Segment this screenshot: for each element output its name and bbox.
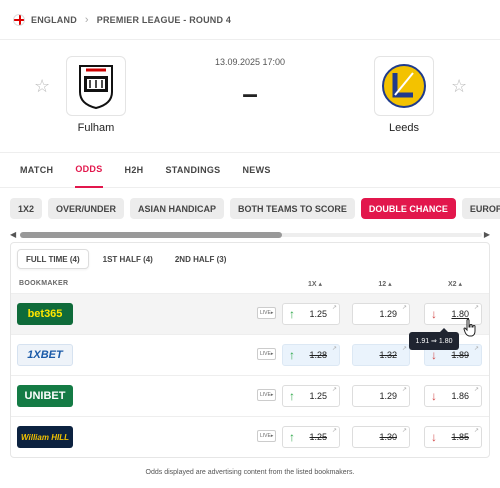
tab-odds[interactable]: ODDS bbox=[75, 152, 103, 188]
1xbet-logo[interactable]: 1XBET bbox=[17, 344, 73, 366]
odds-value: 1.80 bbox=[451, 309, 469, 319]
odds-value: 1.29 bbox=[379, 391, 397, 401]
external-link-icon: ↗ bbox=[401, 346, 407, 352]
external-link-icon: ↗ bbox=[473, 387, 479, 393]
live-badge: LIVE▸ bbox=[257, 307, 277, 319]
market-double-chance[interactable]: DOUBLE CHANCE bbox=[360, 198, 456, 219]
odds-cell-12[interactable]: 1.32 ↗ bbox=[352, 344, 410, 366]
odds-value: 1.85 bbox=[451, 432, 469, 442]
market-over-under[interactable]: OVER/UNDER bbox=[48, 198, 125, 219]
odds-cell-x2[interactable]: ↓ 1.86 ↗ bbox=[424, 385, 482, 407]
arrow-down-icon: ↓ bbox=[431, 348, 437, 362]
bookmaker-header: BOOKMAKER bbox=[19, 280, 69, 287]
leeds-crest-icon[interactable] bbox=[374, 56, 434, 116]
odds-value: 1.25 bbox=[309, 432, 327, 442]
market-european[interactable]: EUROPEAN bbox=[461, 198, 500, 219]
odds-value: 1.30 bbox=[379, 432, 397, 442]
live-badge: LIVE▸ bbox=[257, 430, 277, 442]
market-asian-handicap[interactable]: ASIAN HANDICAP bbox=[130, 198, 225, 219]
scroll-left-icon[interactable]: ◀ bbox=[10, 230, 16, 239]
period-full-time[interactable]: FULL TIME (4) bbox=[17, 249, 89, 269]
table-row: UNIBET LIVE▸ ↑ 1.25 ↗ 1.29 ↗ ↓ 1.86 ↗ bbox=[11, 375, 489, 416]
fulham-crest-icon[interactable] bbox=[66, 56, 126, 116]
external-link-icon: ↗ bbox=[331, 305, 337, 311]
tab-h2h[interactable]: H2H bbox=[125, 152, 144, 188]
market-btts[interactable]: BOTH TEAMS TO SCORE bbox=[230, 198, 355, 219]
away-team-name[interactable]: Leeds bbox=[354, 122, 454, 134]
external-link-icon: ↗ bbox=[401, 428, 407, 434]
tab-match[interactable]: MATCH bbox=[20, 152, 53, 188]
market-selector: 1X2 OVER/UNDER ASIAN HANDICAP BOTH TEAMS… bbox=[0, 198, 500, 220]
odds-value: 1.29 bbox=[379, 309, 397, 319]
breadcrumb: ENGLAND › PREMIER LEAGUE - ROUND 4 bbox=[0, 0, 500, 40]
unibet-logo[interactable]: UNIBET bbox=[17, 385, 73, 407]
column-x2-header[interactable]: X2 ▴ bbox=[427, 280, 483, 288]
odds-cell-12[interactable]: 1.30 ↗ bbox=[352, 426, 410, 448]
odds-cell-x2[interactable]: ↓ 1.85 ↗ bbox=[424, 426, 482, 448]
column-12-header[interactable]: 12 ▴ bbox=[357, 280, 413, 288]
odds-table: FULL TIME (4) 1ST HALF (4) 2ND HALF (3) … bbox=[10, 242, 490, 458]
table-row: William HILL LIVE▸ ↑ 1.25 ↗ 1.30 ↗ ↓ 1.8… bbox=[11, 416, 489, 457]
odds-cell-12[interactable]: 1.29 ↗ bbox=[352, 385, 410, 407]
arrow-down-icon: ↓ bbox=[431, 389, 437, 403]
market-1x2[interactable]: 1X2 bbox=[10, 198, 43, 219]
scroll-right-icon[interactable]: ▶ bbox=[484, 230, 490, 239]
odds-change-tooltip: 1.91 ⇒ 1.80 bbox=[409, 328, 459, 350]
odds-value: 1.25 bbox=[309, 391, 327, 401]
arrow-up-icon: ↑ bbox=[289, 307, 295, 321]
odds-value: 1.25 bbox=[309, 309, 327, 319]
arrow-down-icon: ↓ bbox=[431, 430, 437, 444]
odds-cell-1x[interactable]: ↑ 1.25 ↗ bbox=[282, 385, 340, 407]
favorite-away-star-icon[interactable]: ☆ bbox=[451, 76, 467, 97]
match-header: 13.09.2025 17:00 – ☆ ☆ Fulham Leeds bbox=[0, 40, 500, 152]
live-badge: LIVE▸ bbox=[257, 389, 277, 401]
external-link-icon: ↗ bbox=[473, 428, 479, 434]
table-row: bet365 LIVE▸ ↑ 1.25 ↗ 1.29 ↗ ↓ 1.80 ↗ bbox=[11, 293, 489, 334]
tab-standings[interactable]: STANDINGS bbox=[165, 152, 220, 188]
breadcrumb-country[interactable]: ENGLAND bbox=[31, 15, 77, 25]
external-link-icon: ↗ bbox=[473, 305, 479, 311]
breadcrumb-league[interactable]: PREMIER LEAGUE - ROUND 4 bbox=[97, 15, 231, 25]
table-header: BOOKMAKER 1X ▴ 12 ▴ X2 ▴ bbox=[11, 275, 489, 293]
live-badge: LIVE▸ bbox=[257, 348, 277, 360]
disclaimer-text: Odds displayed are advertising content f… bbox=[145, 469, 355, 476]
external-link-icon: ↗ bbox=[401, 387, 407, 393]
external-link-icon: ↗ bbox=[473, 346, 479, 352]
external-link-icon: ↗ bbox=[331, 346, 337, 352]
period-2nd-half[interactable]: 2ND HALF (3) bbox=[167, 249, 235, 269]
tab-news[interactable]: NEWS bbox=[242, 152, 270, 188]
scrollbar-thumb[interactable] bbox=[20, 232, 282, 238]
market-scrollbar[interactable]: ◀ ▶ bbox=[10, 230, 490, 240]
arrow-up-icon: ↑ bbox=[289, 430, 295, 444]
odds-cell-1x[interactable]: ↑ 1.25 ↗ bbox=[282, 303, 340, 325]
bet365-logo[interactable]: bet365 bbox=[17, 303, 73, 325]
odds-value: 1.89 bbox=[451, 350, 469, 360]
odds-value: 1.28 bbox=[309, 350, 327, 360]
favorite-home-star-icon[interactable]: ☆ bbox=[34, 76, 50, 97]
period-tabs: FULL TIME (4) 1ST HALF (4) 2ND HALF (3) bbox=[17, 249, 240, 269]
external-link-icon: ↗ bbox=[331, 428, 337, 434]
england-flag-icon bbox=[13, 13, 25, 26]
chevron-right-icon: › bbox=[84, 13, 89, 26]
odds-cell-1x[interactable]: ↑ 1.28 ↗ bbox=[282, 344, 340, 366]
odds-value: 1.32 bbox=[379, 350, 397, 360]
external-link-icon: ↗ bbox=[331, 387, 337, 393]
odds-cell-12[interactable]: 1.29 ↗ bbox=[352, 303, 410, 325]
william-hill-logo[interactable]: William HILL bbox=[17, 426, 73, 448]
odds-cell-1x[interactable]: ↑ 1.25 ↗ bbox=[282, 426, 340, 448]
hand-cursor-icon bbox=[463, 319, 476, 337]
home-team-name[interactable]: Fulham bbox=[46, 122, 146, 134]
match-tabs: MATCH ODDS H2H STANDINGS NEWS bbox=[0, 152, 500, 188]
odds-value: 1.86 bbox=[451, 391, 469, 401]
arrow-up-icon: ↑ bbox=[289, 389, 295, 403]
arrow-up-icon: ↑ bbox=[289, 348, 295, 362]
column-1x-header[interactable]: 1X ▴ bbox=[287, 280, 343, 288]
period-1st-half[interactable]: 1ST HALF (4) bbox=[95, 249, 161, 269]
arrow-down-icon: ↓ bbox=[431, 307, 437, 321]
external-link-icon: ↗ bbox=[401, 305, 407, 311]
